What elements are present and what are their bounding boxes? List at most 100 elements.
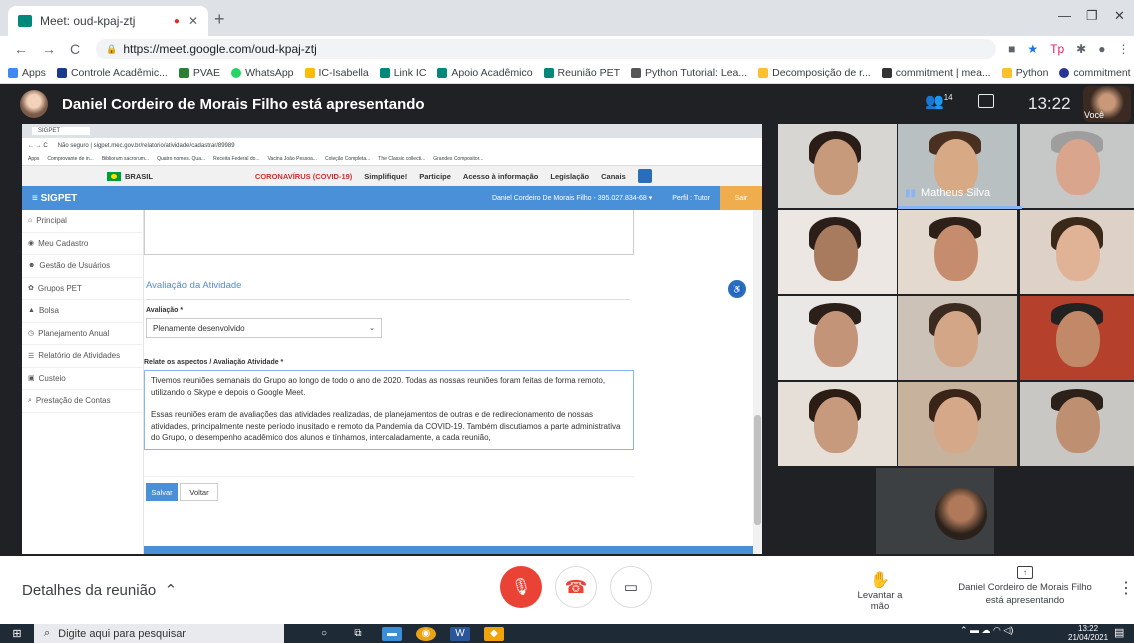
maximize-icon[interactable]: ❐ bbox=[1086, 8, 1098, 24]
participant-tile[interactable] bbox=[778, 210, 897, 294]
chevron-down-icon: ⌄ bbox=[369, 325, 375, 332]
camera-indicator-icon[interactable]: ■ bbox=[1008, 42, 1015, 56]
sidebar-item-planejamento: ◷ Planejamento Anual bbox=[22, 323, 143, 345]
shared-bookmark: Apps bbox=[28, 156, 40, 162]
home-icon: ⌂ bbox=[28, 217, 33, 225]
chat-icon[interactable] bbox=[978, 94, 994, 108]
accessibility-icon bbox=[637, 169, 652, 183]
bookmark-item[interactable]: PVAE bbox=[178, 67, 220, 79]
mic-off-button[interactable]: 🎙 bbox=[500, 566, 542, 608]
bookmark-item[interactable]: Python Tutorial: Lea... bbox=[631, 67, 747, 79]
taskbar-search[interactable]: ⌕ Digite aqui para pesquisar bbox=[34, 624, 284, 643]
sidebar-item-label: Relatório de Atividades bbox=[38, 351, 121, 361]
raise-hand-label: Levantar a mão bbox=[857, 590, 903, 612]
taskbar-date: 21/04/2021 bbox=[1068, 633, 1109, 642]
bookmark-star-icon[interactable]: ★ bbox=[1027, 42, 1038, 56]
search-icon: ⌕ bbox=[28, 396, 32, 404]
bookmark-item[interactable]: Python bbox=[1001, 67, 1048, 79]
sidebar-item-gestao-usuarios: ☻ Gestão de Usuários bbox=[22, 255, 143, 278]
file-explorer-icon[interactable]: ▬ bbox=[382, 626, 402, 641]
notifications-icon[interactable]: ▤ bbox=[1114, 626, 1124, 639]
sigpet-sidebar: ⌂ Principal ◉ Meu Cadastro ☻ Gestão de Usuá… bbox=[22, 210, 144, 554]
bookmark-item[interactable]: WhatsApp bbox=[231, 67, 294, 79]
people-icon: 👥 bbox=[925, 93, 944, 110]
camera-button[interactable]: ▭ bbox=[610, 566, 652, 608]
tab-close-icon[interactable]: ✕ bbox=[188, 14, 198, 28]
browser-tab[interactable]: Meet: oud-kpaj-ztj ● ✕ bbox=[8, 6, 208, 36]
participant-tile[interactable] bbox=[1020, 124, 1134, 208]
sidebar-item-label: Custeio bbox=[38, 373, 66, 383]
participant-tile[interactable] bbox=[1020, 382, 1134, 466]
more-options-icon[interactable]: ⋮ bbox=[1118, 578, 1134, 598]
shared-nav-icon: ← → C bbox=[28, 142, 48, 149]
extension-icon[interactable]: Tp bbox=[1050, 42, 1064, 56]
shared-url-text: Não seguro | sigpet.mec.gov.br/relatorio… bbox=[57, 142, 235, 149]
chrome-icon[interactable]: ◉ bbox=[416, 626, 436, 641]
textarea-paragraph: Tivemos reuniões semanais do Grupo ao lo… bbox=[151, 376, 606, 397]
profile-avatar[interactable]: ● bbox=[1098, 42, 1105, 56]
user-icon: ◉ bbox=[28, 240, 35, 248]
gov-link: Acesso à informação bbox=[462, 171, 539, 181]
sidebar-item-label: Grupos PET bbox=[37, 283, 82, 293]
participant-tile[interactable] bbox=[778, 124, 897, 208]
forward-arrow-icon[interactable]: → bbox=[42, 41, 56, 57]
money-icon: ▣ bbox=[28, 375, 35, 383]
sidebar-item-principal: ⌂ Principal bbox=[22, 210, 143, 233]
participant-tile[interactable] bbox=[898, 210, 1017, 294]
bookmark-item[interactable]: Apoio Acadêmico bbox=[437, 67, 533, 79]
bookmark-item[interactable]: IC-Isabella bbox=[304, 67, 369, 79]
task-view-icon[interactable]: ⧉ bbox=[348, 627, 368, 641]
participants-button[interactable]: 👥14 bbox=[925, 92, 953, 110]
word-icon[interactable]: W bbox=[450, 626, 470, 641]
meeting-details-button[interactable]: Detalhes da reunião ⌃ bbox=[22, 581, 177, 599]
shared-bookmark: Coleção Completa... bbox=[324, 156, 371, 162]
cortana-icon[interactable]: ○ bbox=[314, 627, 334, 641]
url-field[interactable]: 🔒 https://meet.google.com/oud-kpaj-ztj bbox=[96, 39, 997, 59]
relate-textarea: Tivemos reuniões semanais do Grupo ao lo… bbox=[144, 370, 634, 450]
new-tab-button[interactable]: + bbox=[214, 9, 225, 30]
extensions-puzzle-icon[interactable]: ✱ bbox=[1076, 42, 1086, 56]
bookmark-item[interactable]: Decomposição de r... bbox=[758, 67, 871, 79]
bookmark-item[interactable]: Apps bbox=[8, 67, 46, 79]
form-actions: Salvar Voltar bbox=[144, 476, 634, 506]
sidebar-item-meu-cadastro: ◉ Meu Cadastro bbox=[22, 233, 143, 255]
browser-tab-title: Meet: oud-kpaj-ztj bbox=[40, 14, 136, 28]
taskbar-search-placeholder: Digite aqui para pesquisar bbox=[58, 627, 186, 640]
close-window-icon[interactable]: ✕ bbox=[1114, 8, 1125, 24]
shared-address-bar: ← → C Não seguro | sigpet.mec.gov.br/rel… bbox=[22, 138, 762, 153]
present-screen-icon: ↑ bbox=[1017, 566, 1033, 579]
participant-tile[interactable] bbox=[778, 296, 897, 380]
raise-hand-button[interactable]: ✋ Levantar a mão bbox=[850, 570, 910, 612]
url-text: https://meet.google.com/oud-kpaj-ztj bbox=[123, 42, 317, 56]
participant-tile[interactable] bbox=[778, 382, 897, 466]
reload-icon[interactable]: C bbox=[70, 41, 80, 57]
sidebar-item-label: Bolsa bbox=[38, 306, 59, 316]
presenting-button[interactable]: ↑ Daniel Cordeiro de Morais Filho está a… bbox=[950, 566, 1100, 607]
participant-tile[interactable] bbox=[1020, 296, 1134, 380]
bookmark-item[interactable]: commitment noun... bbox=[1059, 67, 1134, 79]
minimize-icon[interactable]: — bbox=[1058, 8, 1071, 23]
sidebar-item-bolsa: ▲ Bolsa bbox=[22, 300, 143, 323]
camera-icon: ▭ bbox=[623, 579, 639, 596]
shared-tab-strip: SIGPET bbox=[22, 124, 762, 138]
windows-start-button[interactable]: ⊞ bbox=[0, 624, 34, 643]
bookmark-item[interactable]: Link IC bbox=[379, 67, 426, 79]
active-speaker-name: Matheus Silva bbox=[921, 187, 991, 199]
app-icon[interactable]: ◆ bbox=[484, 626, 504, 641]
participant-count: 14 bbox=[943, 93, 953, 102]
presenting-footer-line: está apresentando bbox=[985, 595, 1065, 606]
participant-tile[interactable] bbox=[898, 296, 1017, 380]
shared-scrollbar bbox=[753, 210, 762, 554]
taskbar-clock[interactable]: 13:22 21/04/2021 bbox=[1068, 624, 1108, 642]
participant-tile[interactable] bbox=[1020, 210, 1134, 294]
bookmark-item[interactable]: commitment | mea... bbox=[881, 67, 991, 79]
bookmark-item[interactable]: Controle Acadêmic... bbox=[56, 67, 168, 79]
hang-up-button[interactable]: ☎ bbox=[555, 566, 597, 608]
bookmark-item[interactable]: Reunião PET bbox=[543, 67, 620, 79]
participant-tile[interactable] bbox=[898, 382, 1017, 466]
back-arrow-icon[interactable]: ← bbox=[14, 41, 28, 57]
system-tray-icons[interactable]: ⌃ ▬ ☁ ◠ ◁) bbox=[960, 625, 1013, 636]
browser-menu-icon[interactable]: ⋮ bbox=[1117, 42, 1129, 56]
audio-level-icon: ▮▮ bbox=[905, 187, 917, 199]
gov-covid-link: CORONAVÍRUS (COVID-19) bbox=[254, 171, 353, 181]
